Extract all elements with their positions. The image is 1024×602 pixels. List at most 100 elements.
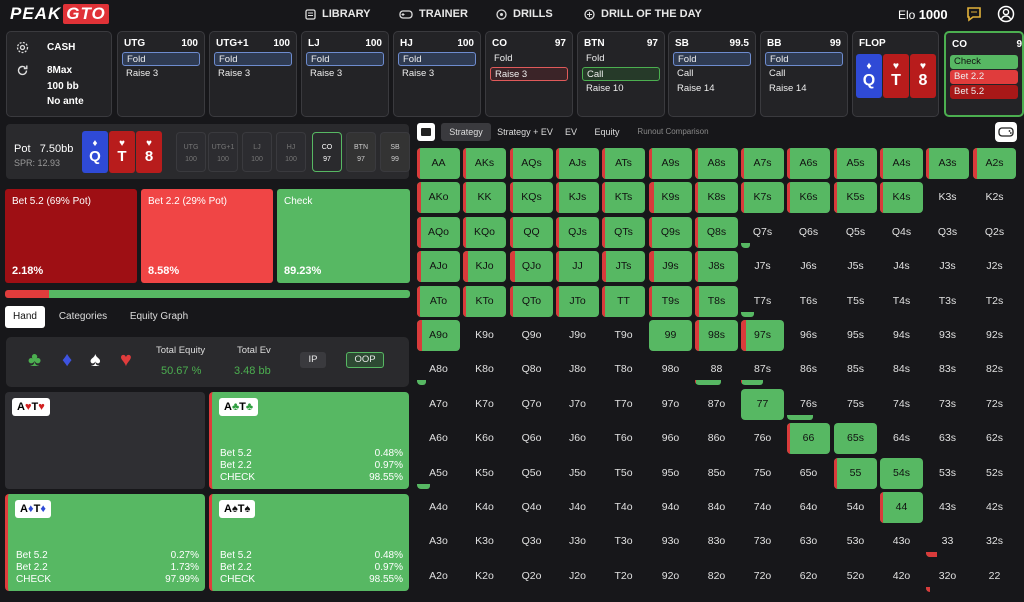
range-cell[interactable]: 22 [973,561,1016,592]
nav-drills[interactable]: DRILLS [496,8,553,20]
range-cell[interactable]: 63s [926,423,969,454]
range-cell[interactable]: 85s [834,354,877,385]
range-cell[interactable]: KK [463,182,506,213]
controller-icon[interactable] [995,122,1017,142]
range-cell[interactable]: Q7o [510,389,553,420]
range-cell[interactable]: Q2o [510,561,553,592]
range-cell[interactable]: 75s [834,389,877,420]
range-cell[interactable]: TT [602,286,645,317]
range-cell[interactable]: 82s [973,354,1016,385]
range-cell[interactable]: KQs [510,182,553,213]
range-cell[interactable]: T4o [602,492,645,523]
hand-box-ac-tc[interactable]: A♣T♣ Bet 5.2 0.48% Bet 2.2 0.97% CHECK 98.5… [209,392,409,489]
range-cell[interactable]: QJo [510,251,553,282]
range-cell[interactable]: KTo [463,286,506,317]
range-cell[interactable]: 83o [695,526,738,557]
tab-strategy-ev[interactable]: Strategy + EV [495,123,555,141]
range-cell[interactable]: T3o [602,526,645,557]
range-cell[interactable]: A4o [417,492,460,523]
ip-toggle[interactable]: IP [300,352,326,368]
range-cell[interactable]: J9o [556,320,599,351]
gear-icon[interactable] [16,41,29,54]
range-cell[interactable]: T8o [602,354,645,385]
range-cell[interactable]: A9s [649,148,692,179]
range-cell[interactable]: 97s [741,320,784,351]
range-cell[interactable]: K4o [463,492,506,523]
range-cell[interactable]: Q3o [510,526,553,557]
range-cell[interactable]: 72o [741,561,784,592]
range-cell[interactable]: J4s [880,251,923,282]
range-cell[interactable]: 82o [695,561,738,592]
hand-box-as-ts[interactable]: A♠T♠ Bet 5.2 0.48% Bet 2.2 0.97% CHECK 98.5… [209,494,409,591]
tab-equity-graph[interactable]: Equity Graph [123,306,195,328]
range-cell[interactable]: Q7s [741,217,784,248]
action-fold[interactable]: Fold [122,52,200,66]
range-cell[interactable]: AKs [463,148,506,179]
range-cell[interactable]: 74s [880,389,923,420]
range-cell[interactable]: 84o [695,492,738,523]
co-action-bet-5-2[interactable]: Bet 5.2 [950,85,1018,99]
range-cell[interactable]: AA [417,148,460,179]
club-filter-icon[interactable]: ♣ [28,349,41,372]
refresh-icon[interactable] [16,64,29,77]
range-cell[interactable]: QTo [510,286,553,317]
range-cell[interactable]: 73o [741,526,784,557]
action-fold[interactable]: Fold [214,52,292,66]
range-cell[interactable]: T5o [602,458,645,489]
range-cell[interactable]: 87s [741,354,784,385]
range-cell[interactable]: JTs [602,251,645,282]
range-cell[interactable]: 94o [649,492,692,523]
diamond-filter-icon[interactable]: ♦ [62,349,72,372]
range-cell[interactable]: 93o [649,526,692,557]
range-cell[interactable]: K6o [463,423,506,454]
range-cell[interactable]: K8o [463,354,506,385]
range-cell[interactable]: 65o [787,458,830,489]
action-fold[interactable]: Fold [306,52,384,66]
range-cell[interactable]: A2s [973,148,1016,179]
range-cell[interactable]: 52s [973,458,1016,489]
co-action-check[interactable]: Check [950,55,1018,69]
hand-box-ad-td[interactable]: A♦T♦ Bet 5.2 0.27% Bet 2.2 1.73% CHECK 97.9… [5,494,205,591]
range-cell[interactable]: KJo [463,251,506,282]
position-card-utg-plus-1[interactable]: UTG+1 100 Fold Raise 3 [209,31,297,117]
user-icon[interactable] [997,5,1015,23]
range-cell[interactable]: T4s [880,286,923,317]
range-cell[interactable]: 32o [926,561,969,592]
range-cell[interactable]: J2s [973,251,1016,282]
range-cell[interactable]: A6s [787,148,830,179]
oop-toggle[interactable]: OOP [346,352,384,368]
position-card-utg[interactable]: UTG 100 Fold Raise 3 [117,31,205,117]
range-cell[interactable]: T3s [926,286,969,317]
action-fold[interactable]: Fold [398,52,476,66]
range-cell[interactable]: 86s [787,354,830,385]
range-cell[interactable]: 43s [926,492,969,523]
range-cell[interactable]: 94s [880,320,923,351]
range-cell[interactable]: A8o [417,354,460,385]
range-cell[interactable]: J8s [695,251,738,282]
range-cell[interactable]: 99 [649,320,692,351]
range-cell[interactable]: 54s [880,458,923,489]
co-decision-card[interactable]: CO 9 Check Bet 2.2 Bet 5.2 [944,31,1024,117]
action-box-2[interactable]: Check 89.23% [277,189,410,283]
action-raise-10[interactable]: Raise 10 [582,82,660,96]
action-call[interactable]: Call [765,67,843,81]
range-cell[interactable]: Q9o [510,320,553,351]
range-cell[interactable]: 66 [787,423,830,454]
range-cell[interactable]: K9o [463,320,506,351]
range-cell[interactable]: 87o [695,389,738,420]
range-cell[interactable]: AQo [417,217,460,248]
range-cell[interactable]: 44 [880,492,923,523]
range-cell[interactable]: T2s [973,286,1016,317]
range-cell[interactable]: AJo [417,251,460,282]
action-call[interactable]: Call [673,67,751,81]
range-cell[interactable]: 95s [834,320,877,351]
range-cell[interactable]: J9s [649,251,692,282]
range-cell[interactable]: Q8o [510,354,553,385]
range-cell[interactable]: K9s [649,182,692,213]
action-fold[interactable]: Fold [582,52,660,66]
range-cell[interactable]: KTs [602,182,645,213]
action-call[interactable]: Call [582,67,660,81]
range-cell[interactable]: A8s [695,148,738,179]
range-cell[interactable]: 92o [649,561,692,592]
range-cell[interactable]: 64s [880,423,923,454]
